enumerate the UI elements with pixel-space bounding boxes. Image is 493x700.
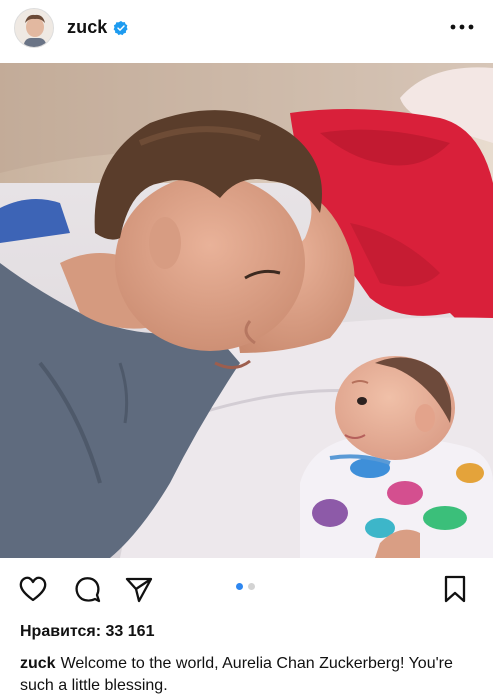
carousel-dot	[248, 583, 255, 590]
carousel-indicator	[236, 583, 255, 590]
caption-username[interactable]: zuck	[20, 655, 56, 672]
avatar[interactable]	[14, 8, 54, 48]
caption-text: Welcome to the world, Aurelia Chan Zucke…	[20, 655, 453, 694]
caption: zuck Welcome to the world, Aurelia Chan Z…	[20, 653, 470, 697]
avatar-image	[15, 9, 53, 47]
username-row: zuck	[67, 17, 129, 38]
carousel-dot-active	[236, 583, 243, 590]
post-photo[interactable]	[0, 63, 493, 558]
photo-illustration	[0, 63, 493, 558]
username[interactable]: zuck	[67, 17, 107, 38]
comment-icon[interactable]	[72, 574, 102, 604]
more-options-icon[interactable]	[449, 18, 475, 36]
heart-icon[interactable]	[18, 574, 48, 604]
likes-count[interactable]: Нравится: 33 161	[20, 623, 154, 641]
bookmark-icon[interactable]	[440, 574, 470, 604]
post-header: zuck	[0, 0, 493, 60]
verified-badge-icon	[114, 20, 129, 35]
send-icon[interactable]	[124, 574, 154, 604]
